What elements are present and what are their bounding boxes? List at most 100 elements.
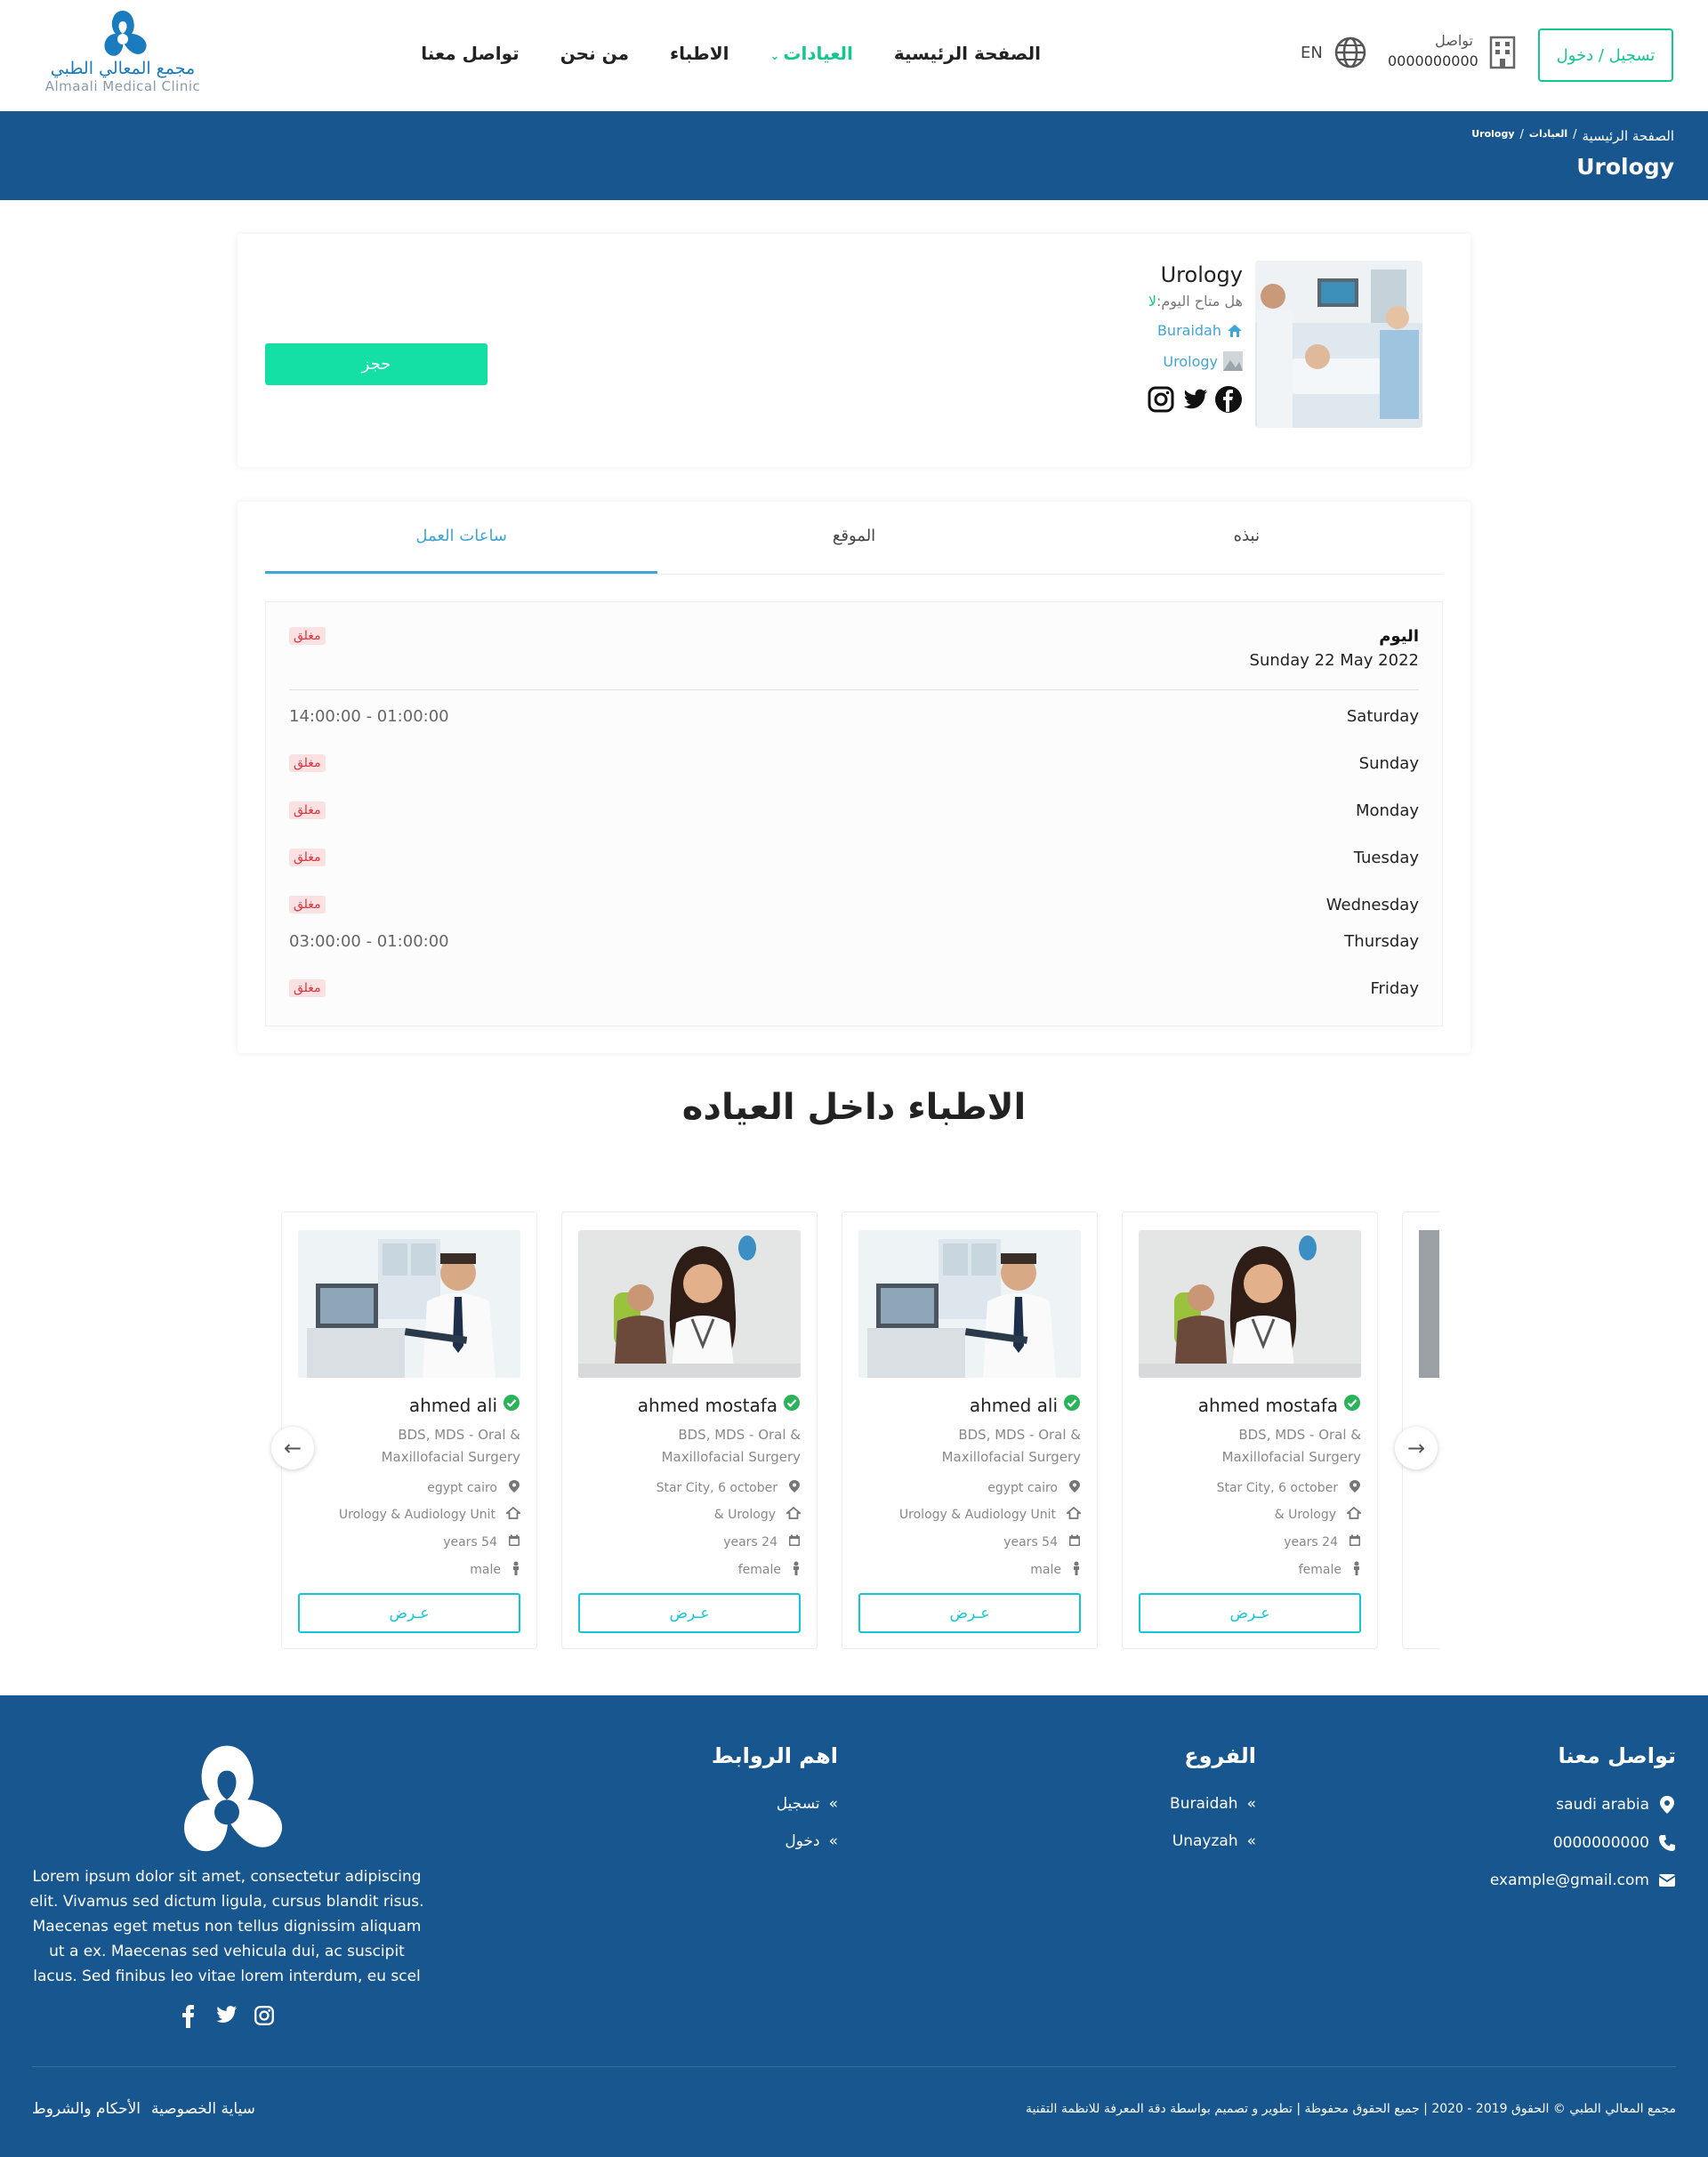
footer-links-heading: اهم الروابط — [711, 1743, 838, 1768]
clinic-image — [1255, 261, 1422, 428]
view-doctor-button[interactable]: عـرض — [298, 1593, 520, 1633]
day-friday: Friday — [1370, 979, 1419, 998]
doctor-location-text: Star City, 6 october — [656, 1481, 777, 1495]
location-pin-icon — [1660, 1796, 1674, 1814]
status-badge-wednesday: مغلق — [289, 896, 326, 914]
logo-mark-icon — [104, 11, 147, 56]
phone-icon — [1659, 1835, 1675, 1851]
verified-check-icon — [783, 1394, 801, 1416]
nav-clinics[interactable]: العيادات⌄ — [769, 43, 852, 69]
footer-address-text: saudi arabia — [1556, 1796, 1649, 1814]
double-chevron-icon: » — [828, 1795, 838, 1813]
footer-branch-label: Buraidah — [1170, 1795, 1238, 1813]
home-icon — [1065, 1506, 1083, 1523]
hours-divider — [289, 689, 1419, 690]
verified-check-icon — [1063, 1394, 1081, 1416]
home-icon — [1345, 1506, 1363, 1523]
carousel-prev-button[interactable]: ← — [271, 1427, 314, 1469]
doctor-name[interactable]: ahmed mostafa — [1198, 1394, 1361, 1416]
status-badge-tuesday: مغلق — [289, 849, 326, 866]
doctor-experience-text: 24 years — [723, 1535, 777, 1549]
terms-link[interactable]: الأحكام والشروط — [32, 2100, 141, 2118]
doctor-location: egypt cairo — [987, 1479, 1081, 1497]
twitter-icon[interactable] — [214, 2005, 238, 2024]
language-switch[interactable]: EN — [1301, 36, 1367, 69]
doctor-name[interactable]: ahmed ali — [409, 1394, 520, 1416]
doctor-unit-text: Urology & Audiology Unit — [338, 1508, 495, 1522]
footer-email[interactable]: example@gmail.com — [1490, 1871, 1676, 1889]
arrow-left-icon: ← — [283, 1436, 302, 1461]
day-tuesday: Tuesday — [1353, 849, 1419, 867]
privacy-link[interactable]: سياية الخصوصية — [151, 2100, 255, 2118]
calendar-icon — [1068, 1534, 1081, 1550]
carousel-next-button[interactable]: → — [1395, 1427, 1438, 1469]
tab-about[interactable]: نبذه — [1051, 502, 1443, 574]
doctor-unit-text: Urology & Audiology Unit — [898, 1508, 1056, 1522]
nav-home[interactable]: الصفحة الرئيسية — [894, 43, 1041, 69]
nav-doctors[interactable]: الاطباء — [670, 43, 729, 69]
person-icon — [1352, 1561, 1361, 1579]
location-pin-icon — [508, 1479, 520, 1497]
site-logo[interactable]: مجمع المعالي الطبي Almaali Medical Clini… — [43, 7, 203, 107]
clinic-category-label: Urology — [1163, 352, 1218, 370]
login-register-button[interactable]: تسجيل / دخول — [1538, 28, 1673, 82]
details-tabs: نبذه الموقع ساعات العمل — [265, 502, 1443, 575]
footer-address: saudi arabia — [1490, 1795, 1676, 1815]
email-icon — [1658, 1874, 1676, 1887]
view-doctor-button[interactable]: عـرض — [578, 1593, 801, 1633]
doctor-gender-text: male — [470, 1563, 501, 1577]
facebook-icon[interactable] — [1214, 385, 1243, 414]
footer-phone[interactable]: 0000000000 — [1490, 1834, 1676, 1852]
doctor-card: ahmed mostafa BDS, MDS - Oral & Maxillofa… — [1122, 1211, 1378, 1649]
footer-branch-link[interactable]: » Buraidah — [1170, 1795, 1256, 1813]
breadcrumb-clinics[interactable]: العيادات — [1529, 128, 1567, 144]
doctor-card: ahmed mostafa BDS, MDS - Oral & Maxillofa… — [561, 1211, 818, 1649]
footer-register-link[interactable]: » تسجيل — [712, 1795, 838, 1813]
twitter-icon[interactable] — [1180, 385, 1209, 414]
nav-about[interactable]: من نحن — [560, 43, 629, 69]
nav-clinics-label: العيادات — [783, 43, 853, 64]
clinic-branch-label: Buraidah — [1156, 322, 1221, 339]
doctor-location: Star City, 6 october — [1217, 1479, 1361, 1497]
footer-about: Lorem ipsum dolor sit amet, consectetur … — [27, 1742, 427, 2028]
footer-copyright: مجمع المعالي الطبي © الحقوق 2019 - 2020 … — [1025, 2102, 1676, 2116]
status-badge-sunday: مغلق — [289, 754, 326, 772]
facebook-icon[interactable] — [179, 2005, 198, 2028]
today-label: اليوم — [1379, 627, 1419, 646]
clinic-open-today: هل متاح اليوم:لا — [1147, 293, 1243, 310]
doctor-location: Star City, 6 october — [657, 1479, 801, 1497]
doctor-location-text: egypt cairo — [427, 1481, 497, 1495]
tab-working-hours[interactable]: ساعات العمل — [265, 502, 658, 574]
footer-login-link[interactable]: » دخول — [712, 1832, 838, 1850]
status-badge-friday: مغلق — [289, 979, 326, 997]
book-button[interactable]: حجز — [265, 343, 487, 385]
tab-location[interactable]: الموقع — [657, 502, 1050, 574]
clinic-details-card: نبذه الموقع ساعات العمل اليوم Sunday 22 … — [238, 502, 1470, 1053]
clinic-branch[interactable]: Buraidah — [1147, 322, 1243, 339]
footer-branch-link[interactable]: » Unayzah — [1170, 1832, 1256, 1850]
day-wednesday: Wednesday — [1325, 896, 1419, 914]
today-block: اليوم Sunday 22 May 2022 — [1250, 627, 1419, 670]
doctor-name[interactable]: ahmed mostafa — [638, 1394, 801, 1416]
header-contact-phone[interactable]: 0000000000 — [1388, 52, 1478, 69]
doctor-card: ahmed ali BDS, MDS - Oral & Maxillofacial… — [842, 1211, 1098, 1649]
clinic-category[interactable]: Urology — [1147, 351, 1243, 371]
open-today-value: لا — [1148, 293, 1156, 310]
doctor-name[interactable]: ahmed ali — [970, 1394, 1081, 1416]
calendar-icon — [508, 1534, 520, 1550]
breadcrumb-home[interactable]: الصفحة الرئيسية — [1583, 128, 1675, 144]
instagram-icon[interactable] — [1147, 385, 1175, 414]
doctor-specialty: BDS, MDS - Oral & Maxillofacial Surgery — [1221, 1427, 1361, 1465]
instagram-icon[interactable] — [254, 2005, 275, 2026]
verified-check-icon — [1343, 1394, 1361, 1416]
working-hours-panel: اليوم Sunday 22 May 2022 مغلق Saturday 1… — [265, 601, 1443, 1026]
location-pin-icon — [788, 1479, 801, 1497]
calendar-icon — [1349, 1534, 1361, 1550]
view-doctor-button[interactable]: عـرض — [858, 1593, 1081, 1633]
nav-contact[interactable]: تواصل معنا — [421, 43, 519, 69]
doctor-gender-text: female — [737, 1563, 781, 1577]
home-icon — [504, 1506, 522, 1523]
doctor-experience: 24 years — [1284, 1534, 1361, 1550]
view-doctor-button[interactable]: عـرض — [1139, 1593, 1361, 1633]
day-saturday: Saturday — [1346, 707, 1419, 726]
